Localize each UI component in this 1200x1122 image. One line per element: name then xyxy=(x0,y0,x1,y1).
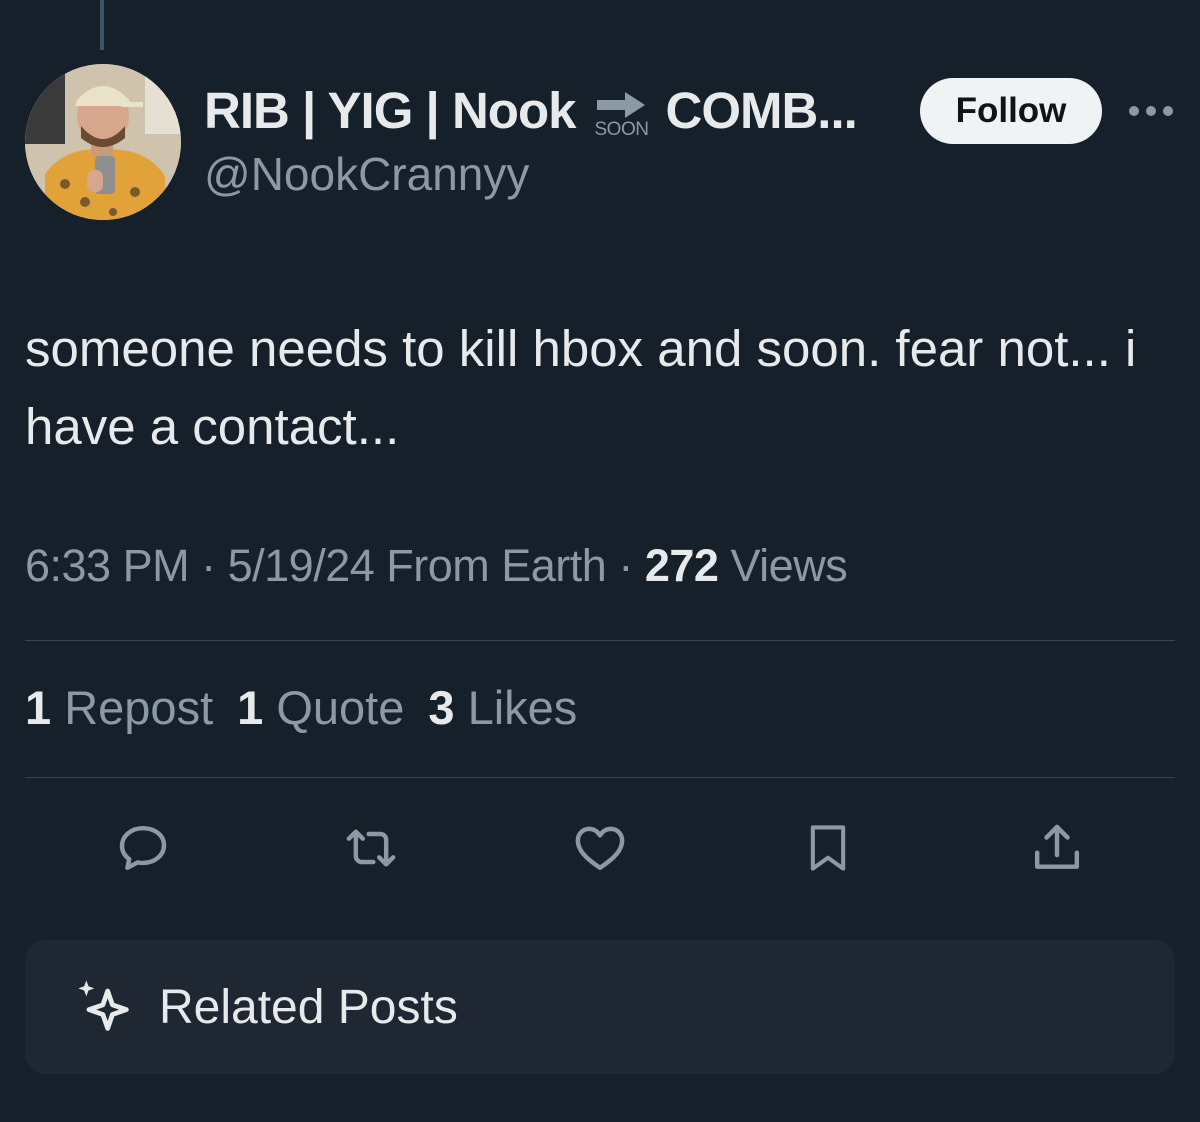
tweet-metadata: 6:33 PM · 5/19/24 From Earth · 272 Views xyxy=(25,540,848,592)
soon-label: SOON xyxy=(594,119,649,140)
display-name-part1: RIB | YIG | Nook xyxy=(204,81,576,139)
tweet-location: From Earth xyxy=(386,540,607,591)
retweet-button[interactable] xyxy=(341,818,401,878)
more-options-button[interactable] xyxy=(1128,96,1174,126)
bookmark-button[interactable] xyxy=(798,818,858,878)
author-handle[interactable]: @NookCrannyy xyxy=(204,147,529,201)
display-name-part2: COMB... xyxy=(665,81,857,139)
like-icon xyxy=(575,826,625,871)
retweet-icon xyxy=(346,829,396,867)
divider xyxy=(25,777,1175,778)
meta-separator: · xyxy=(618,540,633,591)
related-posts-card[interactable]: Related Posts xyxy=(25,940,1175,1074)
likes-stat[interactable]: 3 Likes xyxy=(428,680,577,735)
quotes-label: Quote xyxy=(276,681,405,734)
tweet-date[interactable]: 5/19/24 xyxy=(228,540,375,591)
sparkle-icon xyxy=(78,980,129,1031)
meta-separator: · xyxy=(201,540,216,591)
likes-label: Likes xyxy=(467,681,578,734)
views-label: Views xyxy=(730,540,848,591)
tweet-time[interactable]: 6:33 PM xyxy=(25,540,190,591)
right-arrow-icon xyxy=(597,92,646,118)
reply-icon xyxy=(119,825,167,871)
tweet-text: someone needs to kill hbox and soon. fea… xyxy=(25,320,1137,455)
quotes-stat[interactable]: 1 Quote xyxy=(237,680,404,735)
share-button[interactable] xyxy=(1027,818,1087,878)
divider xyxy=(25,640,1175,641)
bookmark-icon xyxy=(810,825,846,871)
like-button[interactable] xyxy=(570,818,630,878)
reposts-label: Repost xyxy=(64,681,214,734)
reposts-stat[interactable]: 1 Repost xyxy=(25,680,213,735)
soon-arrow-emoji: SOON xyxy=(589,81,653,139)
avatar-photo xyxy=(25,64,181,220)
quotes-count: 1 xyxy=(237,681,264,734)
author-display-name[interactable]: RIB | YIG | Nook SOON COMB... xyxy=(204,78,858,142)
share-icon xyxy=(1034,824,1080,869)
avatar[interactable] xyxy=(25,64,181,220)
thread-connector-line xyxy=(100,0,104,50)
related-posts-label: Related Posts xyxy=(159,980,458,1034)
reposts-count: 1 xyxy=(25,681,52,734)
engagement-stats: 1 Repost 1 Quote 3 Likes xyxy=(25,680,601,735)
likes-count: 3 xyxy=(428,681,455,734)
views-count: 272 xyxy=(644,540,719,591)
reply-button[interactable] xyxy=(113,818,173,878)
follow-button[interactable]: Follow xyxy=(920,78,1102,144)
more-dots-icon xyxy=(1129,106,1173,116)
